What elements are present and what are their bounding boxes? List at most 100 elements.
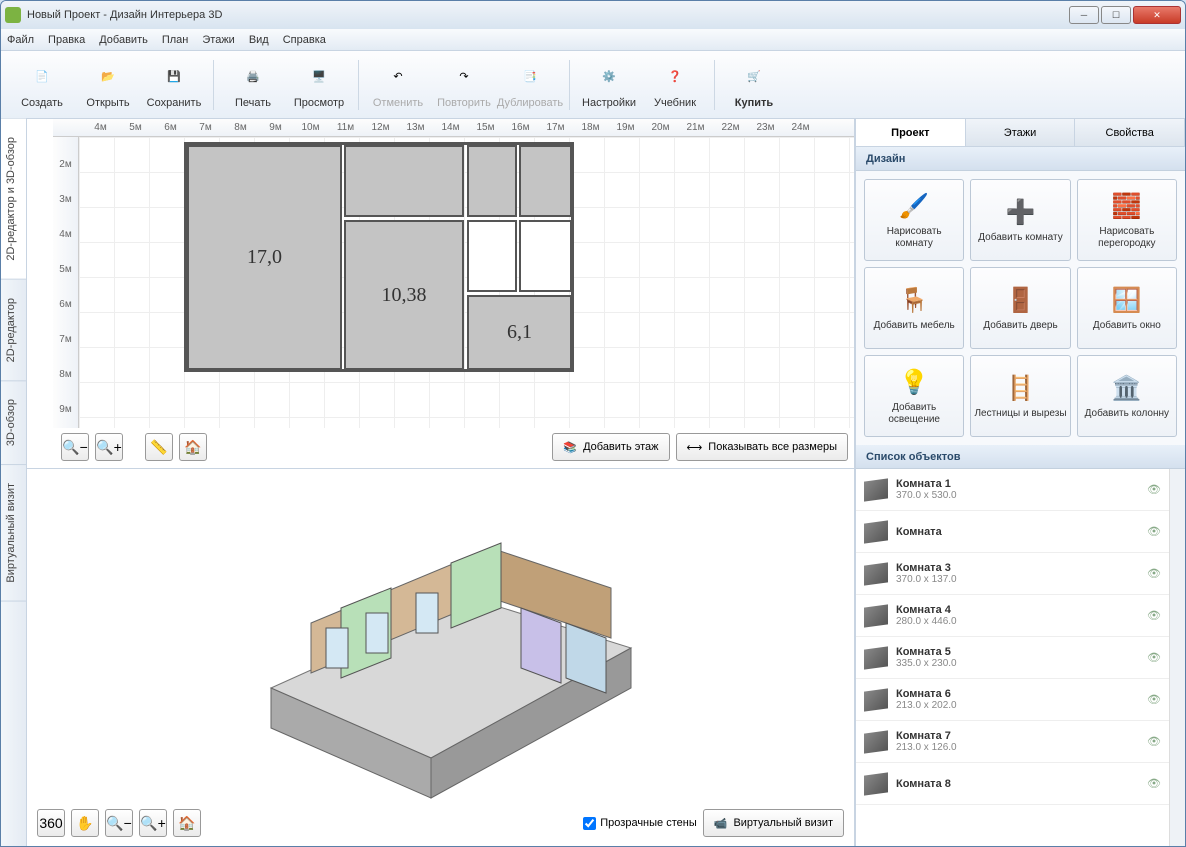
home-3d-button[interactable]: 🏠 — [173, 809, 201, 837]
print-button[interactable]: 🖨️Печать — [222, 55, 284, 115]
room-bath-1[interactable] — [467, 220, 517, 292]
object-item-5[interactable]: Комната 6213.0 x 202.0👁 — [856, 679, 1169, 721]
cube-icon — [864, 520, 888, 543]
menu-Добавить[interactable]: Добавить — [99, 34, 148, 46]
object-item-3[interactable]: Комната 4280.0 x 446.0👁 — [856, 595, 1169, 637]
design-icon-8: 🏛️ — [1111, 372, 1143, 404]
objects-section-header: Список объектов — [856, 445, 1185, 469]
close-button[interactable]: ✕ — [1133, 6, 1181, 24]
ruler-horizontal: 4м5м6м7м8м9м10м11м12м13м14м15м16м17м18м1… — [53, 119, 854, 137]
design-btn-2[interactable]: 🧱Нарисовать перегородку — [1077, 179, 1177, 261]
right-tab-Проект[interactable]: Проект — [856, 119, 966, 146]
object-item-2[interactable]: Комната 3370.0 x 137.0👁 — [856, 553, 1169, 595]
cube-icon — [864, 646, 888, 669]
settings-button[interactable]: ⚙️Настройки — [578, 55, 640, 115]
tutorial-button[interactable]: ❓Учебник — [644, 55, 706, 115]
layers-icon: 📚 — [563, 441, 577, 454]
menubar: Файл Правка Добавить План Этажи Вид Справка — [1, 29, 1185, 51]
floorplan[interactable]: 17,0 10,38 6,1 — [184, 142, 574, 372]
visibility-icon[interactable]: 👁 — [1147, 735, 1161, 748]
save-button[interactable]: 💾Сохранить — [143, 55, 205, 115]
visibility-icon[interactable]: 👁 — [1147, 483, 1161, 496]
design-grid: 🖌️Нарисовать комнату➕Добавить комнату🧱На… — [856, 171, 1185, 445]
design-btn-6[interactable]: 💡Добавить освещение — [864, 355, 964, 437]
object-item-0[interactable]: Комната 1370.0 x 530.0👁 — [856, 469, 1169, 511]
add-floor-button[interactable]: 📚Добавить этаж — [552, 433, 669, 461]
transparent-walls-checkbox[interactable]: Прозрачные стены — [583, 817, 696, 830]
zoom-in-3d-button[interactable]: 🔍+ — [139, 809, 167, 837]
cube-icon — [864, 562, 888, 585]
design-btn-3[interactable]: 🪑Добавить мебель — [864, 267, 964, 349]
design-btn-1[interactable]: ➕Добавить комнату — [970, 179, 1070, 261]
tutorial-icon: ❓ — [659, 61, 691, 93]
side-tab-0[interactable]: 2D-редактор и 3D-обзор — [1, 119, 26, 280]
design-icon-3: 🪑 — [898, 284, 930, 316]
design-icon-0: 🖌️ — [898, 190, 930, 222]
undo-button[interactable]: ↶Отменить — [367, 55, 429, 115]
grid-canvas[interactable]: 17,0 10,38 6,1 — [79, 137, 854, 428]
menu-Вид[interactable]: Вид — [249, 34, 269, 46]
side-tabs: 2D-редактор и 3D-обзор2D-редактор3D-обзо… — [1, 119, 27, 846]
scrollbar[interactable] — [1169, 469, 1185, 846]
measure-button[interactable]: 📏 — [145, 433, 173, 461]
model-3d[interactable] — [191, 508, 691, 808]
design-section-header: Дизайн — [856, 147, 1185, 171]
visibility-icon[interactable]: 👁 — [1147, 693, 1161, 706]
maximize-button[interactable]: ☐ — [1101, 6, 1131, 24]
visibility-icon[interactable]: 👁 — [1147, 777, 1161, 790]
zoom-out-3d-button[interactable]: 🔍− — [105, 809, 133, 837]
virtual-visit-button[interactable]: 📹Виртуальный визит — [703, 809, 844, 837]
right-tab-Свойства[interactable]: Свойства — [1075, 119, 1185, 146]
toolbar: 📄Создать📂Открыть💾Сохранить 🖨️Печать🖥️Прос… — [1, 51, 1185, 119]
menu-Этажи[interactable]: Этажи — [202, 34, 234, 46]
room-small-1[interactable] — [467, 145, 517, 217]
room-1[interactable]: 17,0 — [187, 145, 342, 370]
design-btn-7[interactable]: 🪜Лестницы и вырезы — [970, 355, 1070, 437]
object-item-1[interactable]: Комната👁 — [856, 511, 1169, 553]
titlebar: Новый Проект - Дизайн Интерьера 3D ─ ☐ ✕ — [1, 1, 1185, 29]
open-button[interactable]: 📂Открыть — [77, 55, 139, 115]
object-item-4[interactable]: Комната 5335.0 x 230.0👁 — [856, 637, 1169, 679]
view2d-controls: 🔍− 🔍+ 📏 🏠 📚Добавить этаж ⟷Показывать все… — [61, 432, 848, 462]
duplicate-button[interactable]: 📑Дублировать — [499, 55, 561, 115]
minimize-button[interactable]: ─ — [1069, 6, 1099, 24]
redo-button[interactable]: ↷Повторить — [433, 55, 495, 115]
create-button[interactable]: 📄Создать — [11, 55, 73, 115]
room-3[interactable]: 6,1 — [467, 295, 572, 370]
design-btn-5[interactable]: 🪟Добавить окно — [1077, 267, 1177, 349]
menu-План[interactable]: План — [162, 34, 189, 46]
preview-button[interactable]: 🖥️Просмотр — [288, 55, 350, 115]
menu-Справка[interactable]: Справка — [283, 34, 326, 46]
cube-icon — [864, 478, 888, 501]
object-list[interactable]: Комната 1370.0 x 530.0👁Комната👁Комната 3… — [856, 469, 1169, 846]
menu-Правка[interactable]: Правка — [48, 34, 85, 46]
visibility-icon[interactable]: 👁 — [1147, 609, 1161, 622]
object-item-7[interactable]: Комната 8👁 — [856, 763, 1169, 805]
visibility-icon[interactable]: 👁 — [1147, 567, 1161, 580]
room-hall[interactable] — [344, 145, 464, 217]
visibility-icon[interactable]: 👁 — [1147, 651, 1161, 664]
object-item-6[interactable]: Комната 7213.0 x 126.0👁 — [856, 721, 1169, 763]
side-tab-1[interactable]: 2D-редактор — [1, 280, 26, 381]
menu-Файл[interactable]: Файл — [7, 34, 34, 46]
view-3d[interactable]: 360 ✋ 🔍− 🔍+ 🏠 Прозрачные стены 📹Виртуаль… — [27, 469, 854, 846]
buy-button[interactable]: 🛒Купить — [723, 55, 785, 115]
side-tab-3[interactable]: Виртуальный визит — [1, 465, 26, 602]
show-dimensions-button[interactable]: ⟷Показывать все размеры — [676, 433, 848, 461]
side-tab-2[interactable]: 3D-обзор — [1, 381, 26, 465]
zoom-out-button[interactable]: 🔍− — [61, 433, 89, 461]
room-small-2[interactable] — [519, 145, 572, 217]
right-panel: ПроектЭтажиСвойства Дизайн 🖌️Нарисовать … — [855, 119, 1185, 846]
room-bath-2[interactable] — [519, 220, 572, 292]
zoom-in-button[interactable]: 🔍+ — [95, 433, 123, 461]
pan-button[interactable]: ✋ — [71, 809, 99, 837]
rotate-360-button[interactable]: 360 — [37, 809, 65, 837]
save-icon: 💾 — [158, 61, 190, 93]
room-2[interactable]: 10,38 — [344, 220, 464, 370]
right-tab-Этажи[interactable]: Этажи — [966, 119, 1076, 146]
home-button[interactable]: 🏠 — [179, 433, 207, 461]
visibility-icon[interactable]: 👁 — [1147, 525, 1161, 538]
design-btn-8[interactable]: 🏛️Добавить колонну — [1077, 355, 1177, 437]
design-btn-0[interactable]: 🖌️Нарисовать комнату — [864, 179, 964, 261]
design-btn-4[interactable]: 🚪Добавить дверь — [970, 267, 1070, 349]
